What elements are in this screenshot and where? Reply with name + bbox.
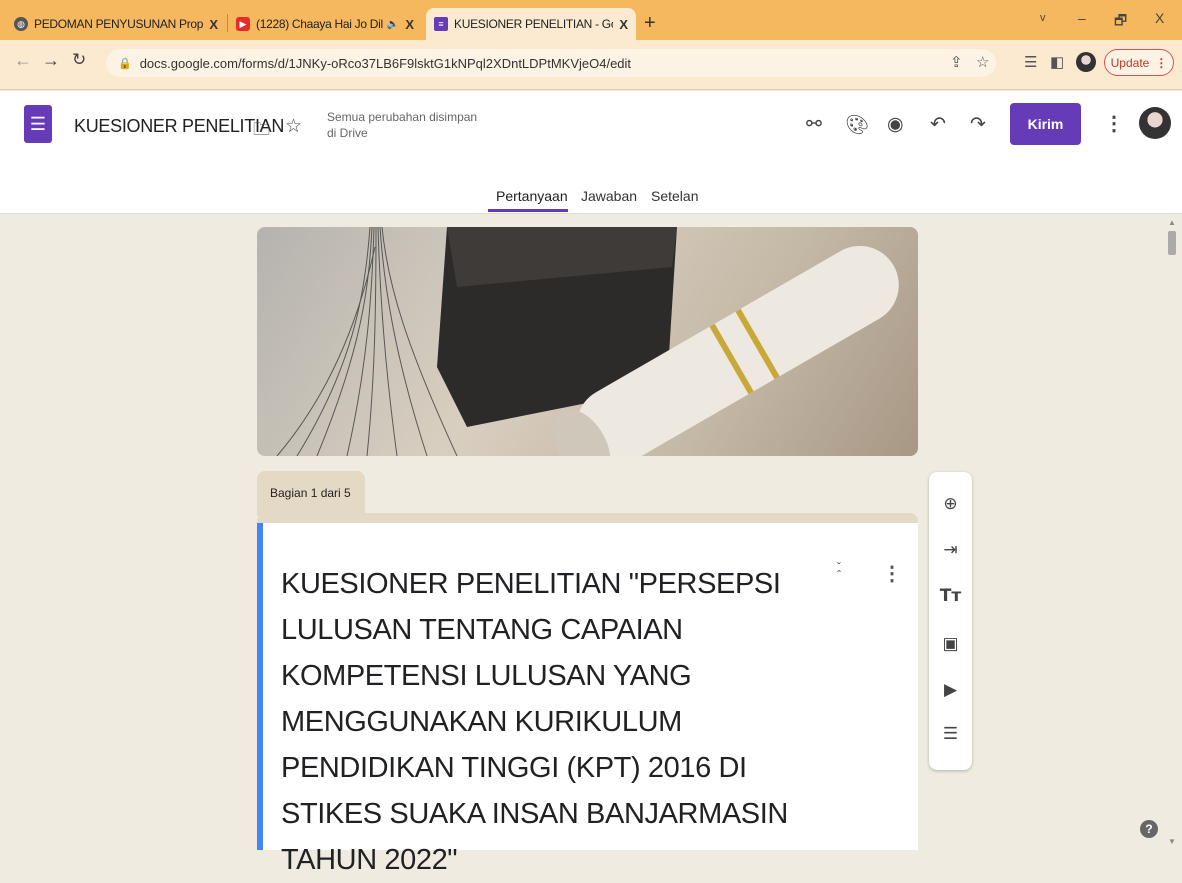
- active-tab-indicator: [488, 209, 568, 212]
- tab-close-icon[interactable]: X: [209, 17, 218, 32]
- folder-icon[interactable]: 🗀: [253, 117, 270, 146]
- audio-icon[interactable]: 🔈: [387, 19, 399, 30]
- tab-title: KUESIONER PENELITIAN - Googl: [454, 17, 613, 31]
- back-icon[interactable]: ←: [14, 50, 32, 71]
- browser-tab-pedoman[interactable]: ◍ PEDOMAN PENYUSUNAN Propo X: [6, 8, 226, 40]
- tab-close-icon[interactable]: X: [405, 17, 414, 32]
- tab-title: (1228) Chaaya Hai Jo Dil Pe F: [256, 17, 383, 31]
- forms-header: ☰ KUESIONER PENELITIAN 🗀 ☆ Semua perubah…: [0, 91, 1182, 214]
- card-focus-accent: [257, 523, 263, 850]
- globe-icon: ◍: [14, 17, 28, 31]
- address-bar-row: ← → ↻ 🔒 docs.google.com/forms/d/1JNKy-oR…: [0, 40, 1182, 90]
- profile-avatar[interactable]: [1076, 52, 1096, 72]
- scroll-up-arrow-icon[interactable]: ▲: [1168, 218, 1176, 227]
- scroll-down-arrow-icon[interactable]: ▼: [1168, 837, 1176, 846]
- redo-icon[interactable]: ↷: [970, 113, 986, 136]
- bookmark-star-icon[interactable]: ☆: [976, 53, 989, 71]
- share-icon[interactable]: ⇪: [950, 53, 963, 71]
- preview-eye-icon[interactable]: ◉: [887, 113, 904, 136]
- palette-icon[interactable]: 🎨︎: [845, 113, 869, 137]
- forms-icon: ≡: [434, 17, 448, 31]
- youtube-icon: ▶: [236, 17, 250, 31]
- add-image-icon[interactable]: ▣: [929, 634, 972, 654]
- question-toolbar: ⊕ ⇥ Tт ▣ ▶ ☰: [929, 472, 972, 770]
- tab-close-icon[interactable]: X: [619, 17, 628, 32]
- undo-icon[interactable]: ↶: [930, 113, 946, 136]
- reload-icon[interactable]: ↻: [72, 50, 86, 70]
- more-vert-icon: ⋮: [1155, 55, 1168, 70]
- tab-title: PEDOMAN PENYUSUNAN Propo: [34, 17, 204, 31]
- add-title-icon[interactable]: Tт: [929, 586, 972, 606]
- forms-logo-icon[interactable]: ☰: [24, 105, 52, 143]
- import-questions-icon[interactable]: ⇥: [929, 540, 972, 560]
- restore-icon[interactable]: 🗗: [1114, 10, 1127, 34]
- save-status: Semua perubahan disimpan di Drive: [327, 109, 487, 141]
- tab-jawaban[interactable]: Jawaban: [581, 188, 637, 204]
- page-scrollbar[interactable]: ▲ ▼: [1164, 215, 1182, 850]
- close-window-icon[interactable]: X: [1155, 10, 1164, 26]
- tab-setelan[interactable]: Setelan: [651, 188, 698, 204]
- url-text: docs.google.com/forms/d/1JNKy-oRco37LB6F…: [139, 55, 632, 71]
- side-panel-icon[interactable]: ◧: [1050, 53, 1064, 71]
- more-vert-icon[interactable]: ⋮: [1104, 111, 1124, 136]
- avatar[interactable]: [1139, 107, 1171, 139]
- section-indicator: Bagian 1 dari 5: [257, 471, 365, 516]
- new-tab-button[interactable]: +: [644, 12, 656, 35]
- addon-puzzle-icon[interactable]: ⚯: [806, 113, 822, 136]
- form-title[interactable]: KUESIONER PENELITIAN "PERSEPSI LULUSAN T…: [281, 561, 851, 883]
- update-button[interactable]: Update ⋮: [1104, 49, 1174, 76]
- reading-list-icon[interactable]: ☰: [1024, 53, 1037, 71]
- url-input[interactable]: 🔒 docs.google.com/forms/d/1JNKy-oRco37LB…: [106, 49, 996, 77]
- collapse-section-icon[interactable]: ˇˆ: [837, 561, 841, 581]
- scroll-thumb[interactable]: [1168, 231, 1176, 255]
- lock-icon: 🔒: [118, 57, 132, 70]
- update-label: Update: [1110, 55, 1150, 70]
- send-button[interactable]: Kirim: [1010, 103, 1081, 145]
- browser-tab-kuesioner[interactable]: ≡ KUESIONER PENELITIAN - Googl X: [426, 8, 636, 40]
- help-icon[interactable]: ?: [1140, 820, 1158, 838]
- form-title-card[interactable]: KUESIONER PENELITIAN "PERSEPSI LULUSAN T…: [257, 513, 918, 876]
- form-header-image: [257, 227, 918, 456]
- save-status-line1: Semua perubahan disimpan: [327, 110, 478, 124]
- tab-search-icon[interactable]: v: [1040, 12, 1046, 24]
- add-question-icon[interactable]: ⊕: [929, 494, 972, 514]
- add-video-icon[interactable]: ▶: [929, 680, 972, 700]
- browser-tab-bar: ◍ PEDOMAN PENYUSUNAN Propo X ▶ (1228) Ch…: [0, 0, 1182, 40]
- save-status-line2: di Drive: [327, 126, 368, 140]
- forward-icon[interactable]: →: [42, 50, 60, 71]
- browser-tab-youtube[interactable]: ▶ (1228) Chaaya Hai Jo Dil Pe F 🔈 X: [228, 8, 422, 40]
- section-more-icon[interactable]: ⋮: [882, 561, 902, 586]
- star-icon[interactable]: ☆: [285, 115, 302, 138]
- add-section-icon[interactable]: ☰: [929, 724, 972, 744]
- tab-pertanyaan[interactable]: Pertanyaan: [496, 188, 568, 204]
- minimize-icon[interactable]: –: [1078, 10, 1086, 26]
